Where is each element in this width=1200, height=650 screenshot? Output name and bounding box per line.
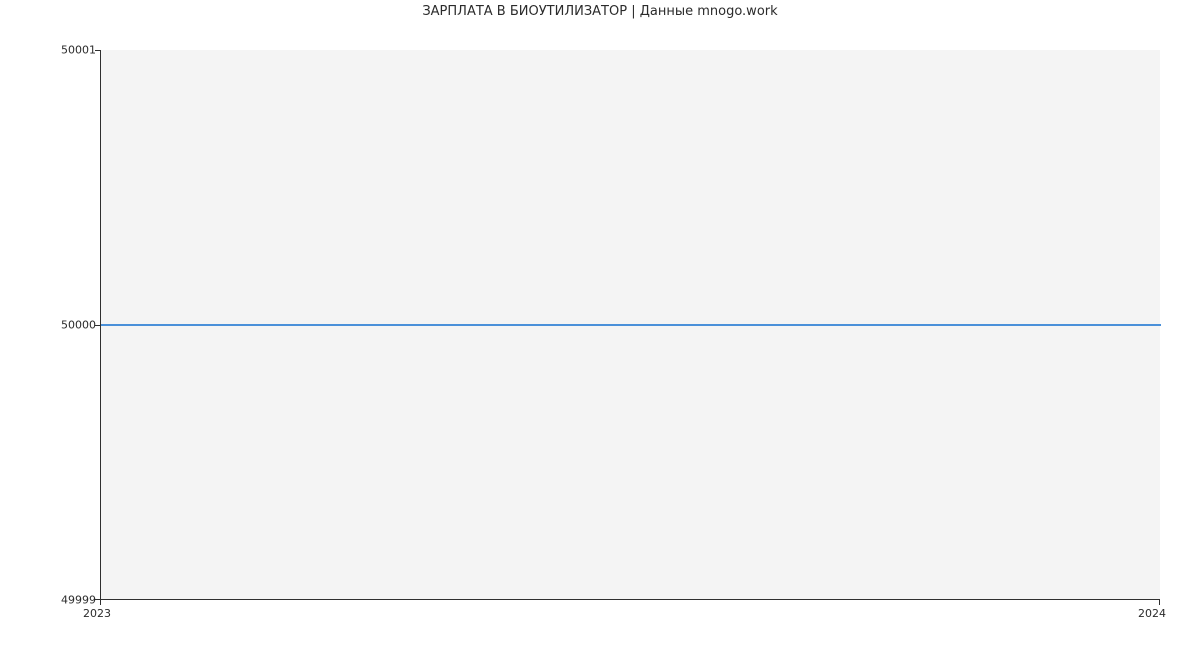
y-tick-label: 50000 bbox=[61, 320, 96, 331]
salary-chart: ЗАРПЛАТА В БИОУТИЛИЗАТОР | Данные mnogo.… bbox=[0, 0, 1200, 650]
y-tick-label: 49999 bbox=[61, 595, 96, 606]
plot-area bbox=[100, 50, 1160, 600]
x-tick-mark bbox=[100, 600, 101, 605]
y-tick-label: 50001 bbox=[61, 45, 96, 56]
x-tick-label: 2023 bbox=[83, 608, 111, 619]
x-tick-mark bbox=[1159, 600, 1160, 605]
chart-title: ЗАРПЛАТА В БИОУТИЛИЗАТОР | Данные mnogo.… bbox=[0, 4, 1200, 19]
x-tick-label: 2024 bbox=[1138, 608, 1166, 619]
data-line bbox=[101, 324, 1161, 326]
